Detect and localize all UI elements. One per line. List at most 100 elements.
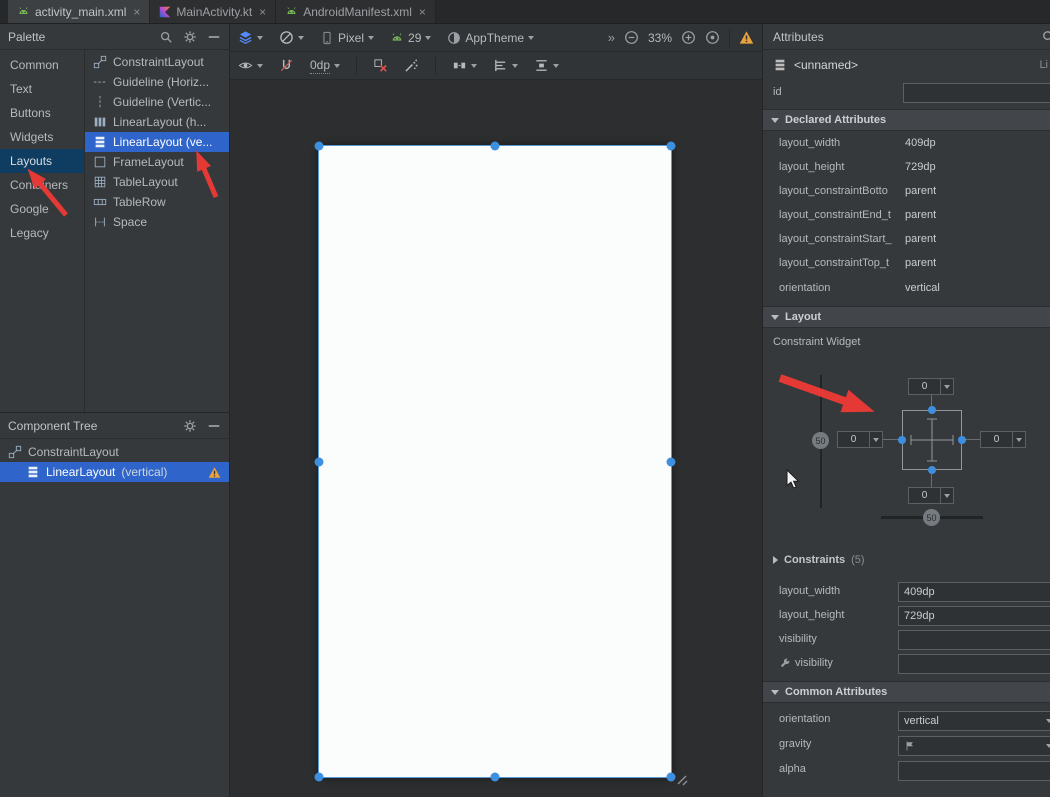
margin-start-select[interactable]: 0 <box>837 431 883 448</box>
design-canvas[interactable] <box>230 80 762 797</box>
close-icon[interactable]: × <box>419 5 426 19</box>
zoom-out-icon[interactable] <box>624 30 639 45</box>
tab-label: MainActivity.kt <box>176 5 252 19</box>
layout-width-input[interactable]: 409dp <box>898 582 1050 602</box>
palette-item-linear-layout-vertical[interactable]: LinearLayout (ve... <box>85 132 229 152</box>
attribute-row[interactable]: layout_width 409dp <box>763 132 1050 156</box>
attribute-row[interactable]: layout_constraintTop_t parent <box>763 252 1050 276</box>
default-margin-selector[interactable]: 0dp <box>310 58 340 74</box>
design-mode-selector[interactable] <box>238 30 263 45</box>
tab-main-activity[interactable]: MainActivity.kt × <box>150 0 276 23</box>
margin-bottom-select[interactable]: 0 <box>908 487 954 504</box>
infer-constraints-button[interactable] <box>404 58 419 73</box>
attribute-row[interactable]: layout_constraintEnd_t parent <box>763 204 1050 228</box>
warning-icon[interactable] <box>208 466 221 479</box>
palette-category-common[interactable]: Common <box>0 53 84 77</box>
guideline-horizontal-icon <box>93 75 107 89</box>
chevron-down-icon <box>944 385 950 389</box>
palette-category-containers[interactable]: Containers <box>0 173 84 197</box>
palette-category-google[interactable]: Google <box>0 197 84 221</box>
view-options[interactable] <box>238 58 263 73</box>
attribute-row[interactable]: layout_constraintStart_ parent <box>763 228 1050 252</box>
close-icon[interactable]: × <box>259 5 266 19</box>
attribute-row[interactable]: layout_height 729dp <box>763 156 1050 180</box>
warnings-button[interactable] <box>739 30 754 45</box>
device-selector[interactable]: Pixel <box>320 31 374 45</box>
gear-icon[interactable] <box>183 419 197 433</box>
resize-handle[interactable] <box>315 773 324 782</box>
palette-category-legacy[interactable]: Legacy <box>0 221 84 245</box>
tree-item-constraint-layout[interactable]: ConstraintLayout <box>0 442 229 462</box>
start-anchor[interactable] <box>898 436 906 444</box>
end-anchor[interactable] <box>958 436 966 444</box>
search-icon[interactable] <box>159 30 173 44</box>
resize-handle[interactable] <box>315 142 324 151</box>
search-icon[interactable] <box>1041 29 1050 44</box>
margin-end-select[interactable]: 0 <box>980 431 1026 448</box>
resize-handle[interactable] <box>667 457 676 466</box>
minimize-icon[interactable] <box>207 30 221 44</box>
guidelines-menu[interactable] <box>534 58 559 73</box>
toolbar-overflow[interactable]: » <box>608 30 615 45</box>
palette-category-buttons[interactable]: Buttons <box>0 101 84 125</box>
layout-height-input[interactable]: 729dp <box>898 606 1050 626</box>
close-icon[interactable]: × <box>133 5 140 19</box>
constraints-section[interactable]: Constraints (5) <box>763 548 1050 572</box>
chevron-down-icon <box>334 64 340 68</box>
api-selector[interactable]: 29 <box>390 31 431 45</box>
palette-item-linear-layout-horizontal[interactable]: LinearLayout (h... <box>85 112 229 132</box>
constraint-widget-box[interactable] <box>902 410 962 470</box>
resize-handle[interactable] <box>491 773 500 782</box>
palette-item-guideline-horizontal[interactable]: Guideline (Horiz... <box>85 72 229 92</box>
palette-item-frame-layout[interactable]: FrameLayout <box>85 152 229 172</box>
constraint-layout-icon <box>93 55 107 69</box>
id-input[interactable] <box>903 83 1050 103</box>
linear-layout-vertical-icon <box>773 58 787 72</box>
resize-handle[interactable] <box>491 142 500 151</box>
align-menu[interactable] <box>493 58 518 73</box>
palette-category-widgets[interactable]: Widgets <box>0 125 84 149</box>
vertical-bias-knob[interactable]: 50 <box>812 432 829 449</box>
tab-activity-main[interactable]: activity_main.xml × <box>8 0 150 23</box>
palette-item-table-layout[interactable]: TableLayout <box>85 172 229 192</box>
tree-item-linear-layout[interactable]: LinearLayout (vertical) <box>0 462 229 482</box>
margin-top-select[interactable]: 0 <box>908 378 954 395</box>
autoconnect-toggle[interactable] <box>279 58 294 73</box>
layout-section[interactable]: Layout <box>763 306 1050 328</box>
theme-selector[interactable]: AppTheme <box>447 31 534 45</box>
palette-item-space[interactable]: Space <box>85 212 229 232</box>
palette-category-text[interactable]: Text <box>0 77 84 101</box>
zoom-fit-icon[interactable] <box>705 30 720 45</box>
minimize-icon[interactable] <box>207 419 221 433</box>
declared-attributes-section[interactable]: Declared Attributes <box>763 109 1050 131</box>
tab-android-manifest[interactable]: AndroidManifest.xml × <box>276 0 436 23</box>
common-attributes-section[interactable]: Common Attributes <box>763 681 1050 703</box>
clear-constraints-button[interactable] <box>373 58 388 73</box>
palette-item-guideline-vertical[interactable]: Guideline (Vertic... <box>85 92 229 112</box>
resize-handle[interactable] <box>315 457 324 466</box>
collapse-icon <box>771 118 779 123</box>
pack-menu[interactable] <box>452 58 477 73</box>
attribute-row[interactable]: layout_constraintBotto parent <box>763 180 1050 204</box>
attribute-row[interactable]: orientation vertical <box>763 277 1050 301</box>
gravity-input[interactable] <box>898 736 1050 756</box>
alpha-input[interactable] <box>898 761 1050 781</box>
tools-visibility-input[interactable] <box>898 654 1050 674</box>
visibility-input[interactable] <box>898 630 1050 650</box>
top-anchor[interactable] <box>928 406 936 414</box>
palette-item-constraint-layout[interactable]: ConstraintLayout <box>85 52 229 72</box>
horizontal-bias-knob[interactable]: 50 <box>923 509 940 526</box>
zoom-in-icon[interactable] <box>681 30 696 45</box>
zoom-level: 33% <box>648 31 672 45</box>
linear-layout-artboard[interactable] <box>318 145 672 778</box>
canvas-resize-corner[interactable] <box>674 772 688 786</box>
constraint-widget-label: Constraint Widget <box>773 336 860 348</box>
bottom-anchor[interactable] <box>928 466 936 474</box>
orientation-input[interactable]: vertical <box>898 711 1050 731</box>
orientation-selector[interactable] <box>279 30 304 45</box>
palette-items: ConstraintLayout Guideline (Horiz... Gui… <box>85 50 229 412</box>
palette-category-layouts[interactable]: Layouts <box>0 149 84 173</box>
palette-item-table-row[interactable]: TableRow <box>85 192 229 212</box>
gear-icon[interactable] <box>183 30 197 44</box>
resize-handle[interactable] <box>667 142 676 151</box>
